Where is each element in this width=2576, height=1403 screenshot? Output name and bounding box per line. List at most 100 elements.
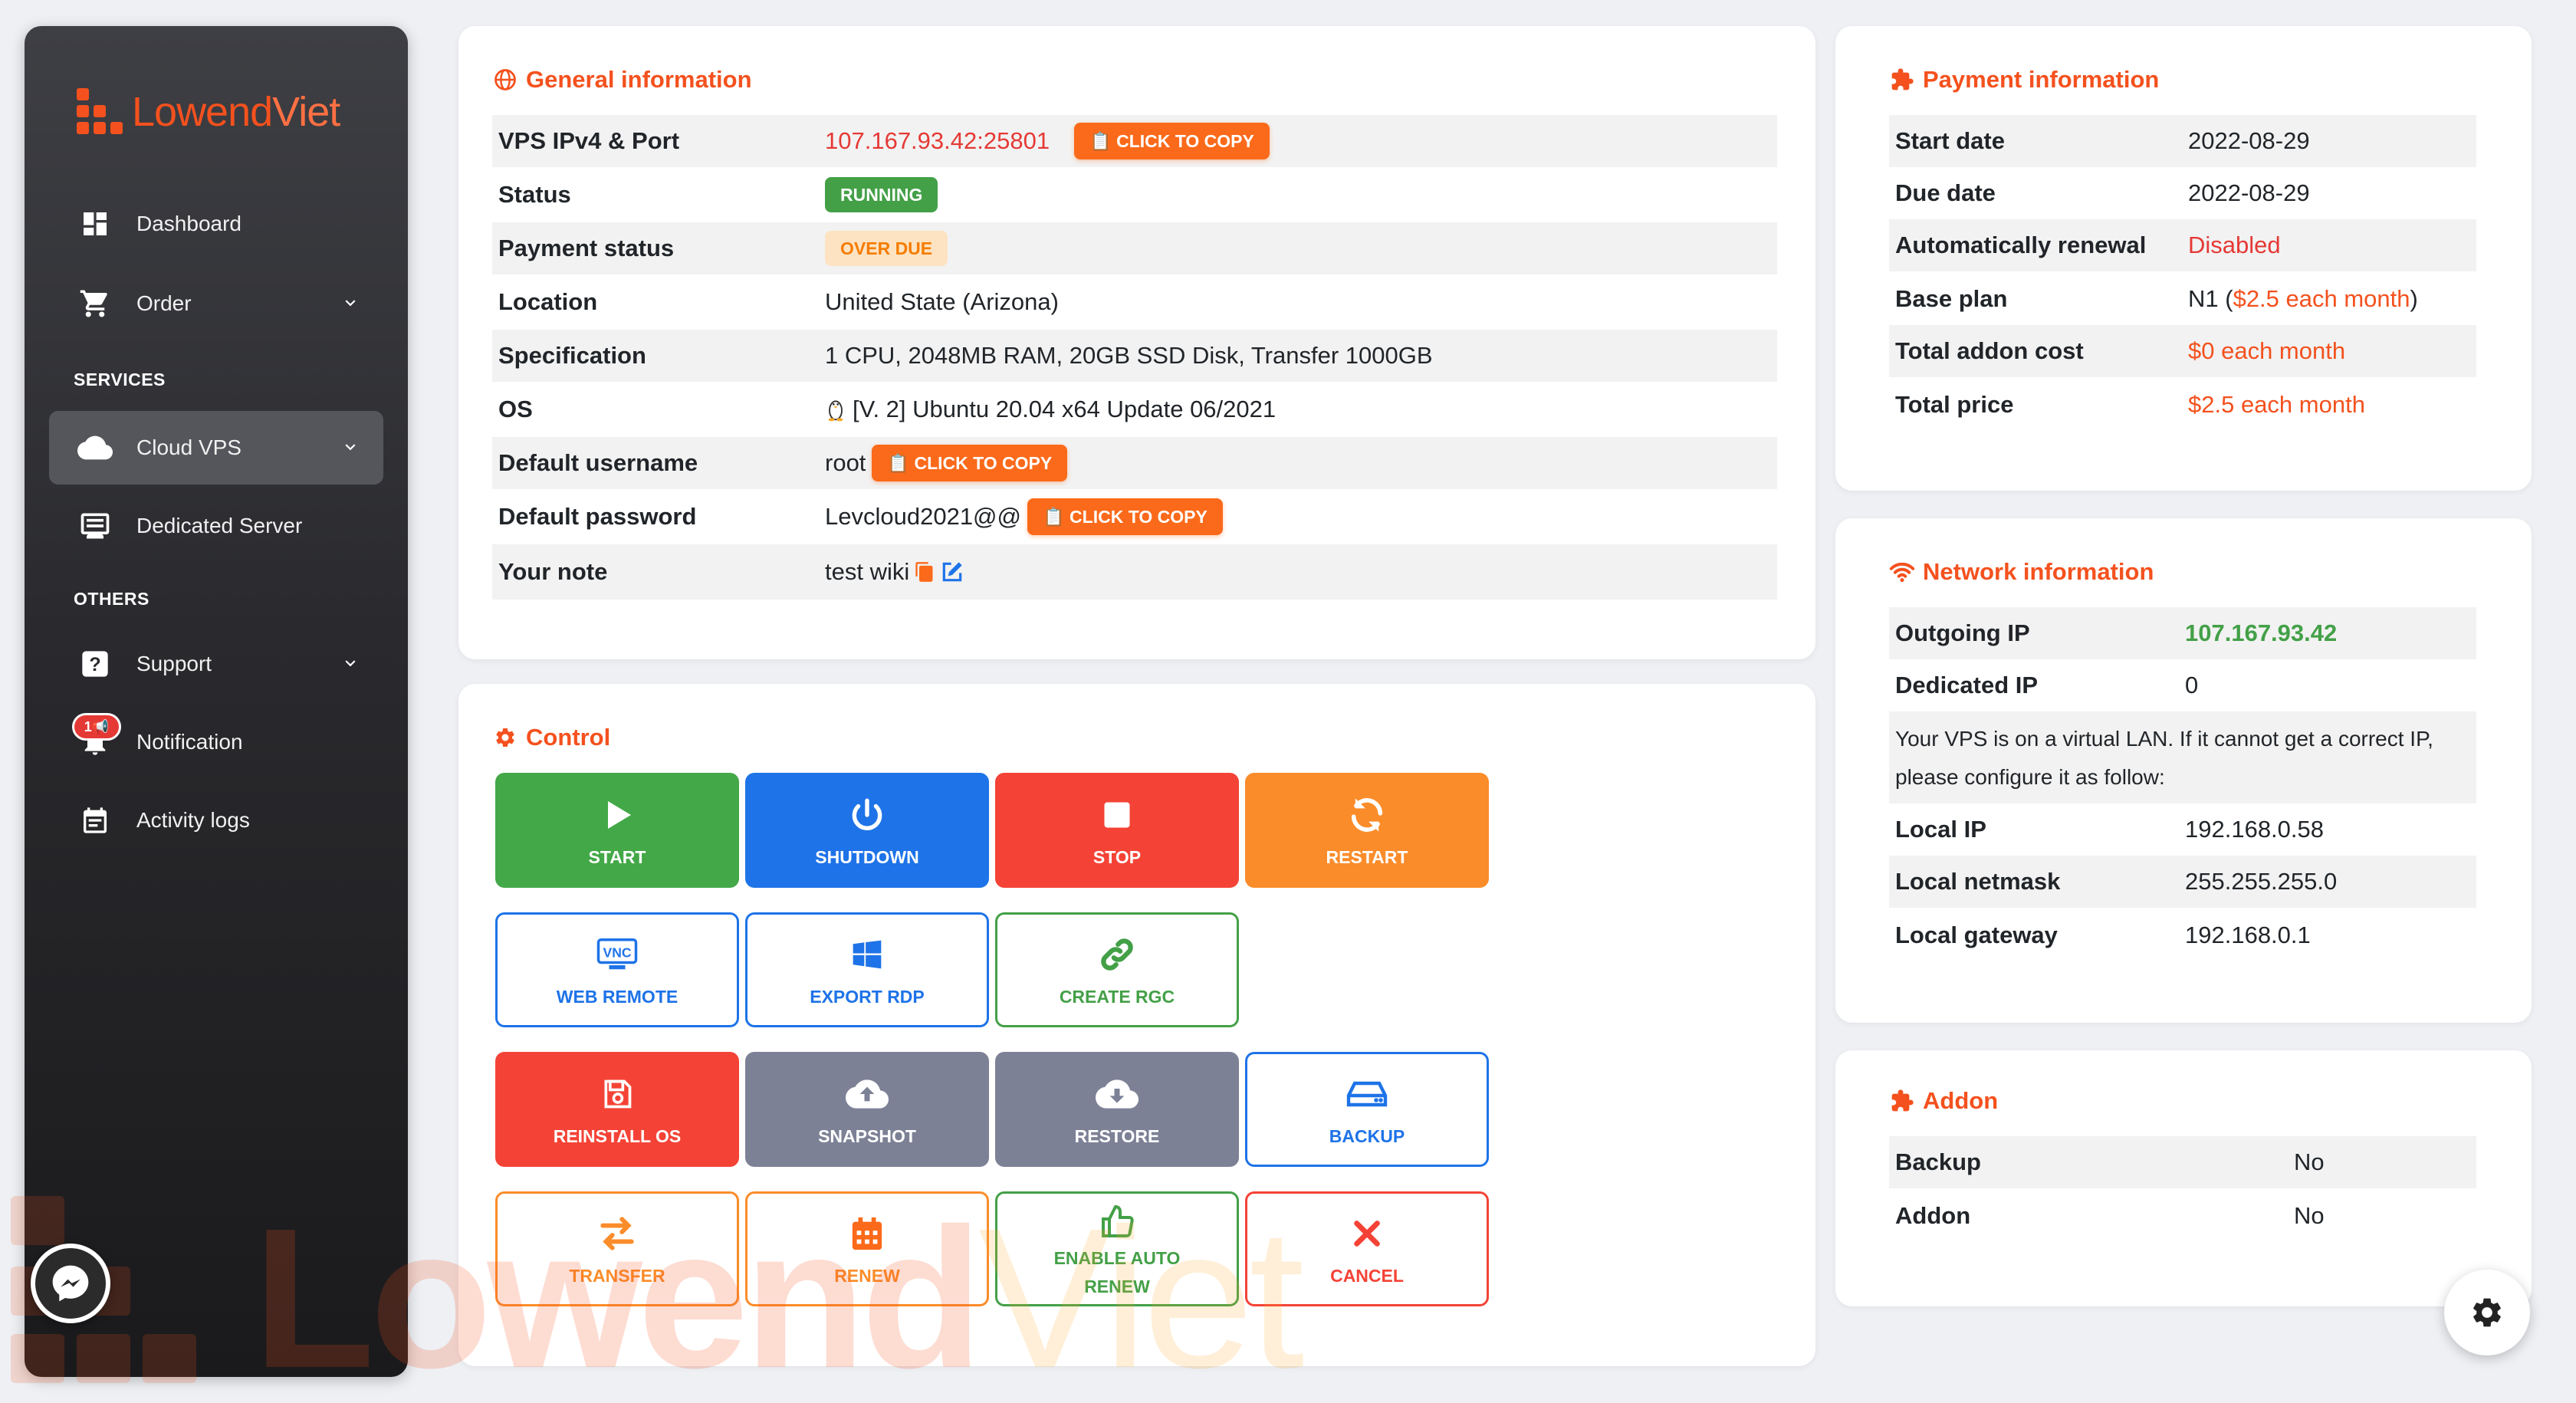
enable-auto-renew-button[interactable]: ENABLE AUTO RENEW [995, 1191, 1239, 1306]
create-rgc-button[interactable]: CREATE RGC [995, 912, 1239, 1027]
card-title: Payment information [1889, 66, 2159, 94]
save-disk-icon [596, 1073, 639, 1116]
section-label-others: OTHERS [74, 589, 150, 609]
row-label: Default username [498, 449, 698, 476]
chevron-down-icon [345, 444, 356, 451]
row-total-addon-cost: Total addon cost $0 each month [1889, 325, 2476, 377]
netmask-value: 255.255.255.0 [2185, 868, 2338, 895]
row-label: Your note [498, 558, 608, 585]
due-date-value: 2022-08-29 [2188, 179, 2310, 206]
close-icon [1346, 1212, 1388, 1255]
section-label-services: SERVICES [74, 370, 166, 389]
row-local-netmask: Local netmask 255.255.255.0 [1889, 856, 2476, 908]
sidebar-item-order[interactable]: Order [49, 267, 383, 340]
backup-button[interactable]: BACKUP [1245, 1052, 1489, 1167]
snapshot-button[interactable]: SNAPSHOT [745, 1052, 989, 1167]
total-price-value: $2.5 each month [2188, 391, 2365, 418]
stop-icon [1096, 794, 1138, 836]
virtual-lan-notice: Your VPS is on a virtual LAN. If it cann… [1889, 711, 2476, 803]
sidebar-item-support[interactable]: ? Support [49, 627, 383, 701]
stop-button[interactable]: STOP [995, 773, 1239, 888]
status-badge: RUNNING [825, 177, 938, 212]
wifi-icon [1889, 559, 1915, 585]
hard-drive-icon [1346, 1073, 1388, 1116]
sidebar-item-dedicated-server[interactable]: Dedicated Server [49, 489, 383, 563]
export-rdp-button[interactable]: EXPORT RDP [745, 912, 989, 1027]
copy-username-button[interactable]: 📋 CLICK TO COPY [872, 445, 1068, 481]
copy-password-button[interactable]: 📋 CLICK TO COPY [1027, 498, 1223, 535]
sidebar-item-cloud-vps[interactable]: Cloud VPS [49, 411, 383, 485]
row-label: Outgoing IP [1895, 619, 2030, 646]
row-label: Total addon cost [1895, 337, 2084, 364]
sidebar-item-activity-logs[interactable]: Activity logs [49, 784, 383, 857]
brand-logo[interactable]: LowendViet [77, 66, 340, 158]
sidebar: LowendViet Dashboard Order SERVICES Clou… [25, 26, 408, 1377]
os-value: [V. 2] Ubuntu 20.04 x64 Update 06/2021 [853, 396, 1276, 422]
row-vps-ip: VPS IPv4 & Port 107.167.93.42:25801 📋 CL… [492, 115, 1777, 167]
row-base-plan: Base plan N1 ($2.5 each month) [1889, 273, 2476, 325]
card-title: Control [492, 724, 610, 751]
addon-value: No [2294, 1202, 2325, 1229]
sidebar-item-label: Activity logs [136, 808, 250, 832]
row-specification: Specification 1 CPU, 2048MB RAM, 20GB SS… [492, 330, 1777, 382]
password-value: Levcloud2021@@ [825, 503, 1021, 530]
backup-value: No [2294, 1148, 2325, 1175]
row-default-username: Default username root 📋 CLICK TO COPY [492, 437, 1777, 489]
row-status: Status RUNNING [492, 169, 1777, 221]
windows-icon [846, 933, 889, 976]
cloud-download-icon [1096, 1073, 1138, 1116]
card-title: Network information [1889, 558, 2154, 586]
row-backup: Backup No [1889, 1136, 2476, 1188]
sidebar-item-notification[interactable]: 1 📢 Notification [49, 705, 383, 779]
sidebar-item-label: Notification [136, 730, 243, 754]
transfer-button[interactable]: TRANSFER [495, 1191, 739, 1306]
shutdown-button[interactable]: SHUTDOWN [745, 773, 989, 888]
row-label: Location [498, 288, 598, 315]
sidebar-item-label: Dedicated Server [136, 514, 303, 537]
edit-note-icon[interactable] [940, 560, 964, 584]
row-label: Backup [1895, 1148, 1981, 1175]
restart-button[interactable]: RESTART [1245, 773, 1489, 888]
chevron-down-icon [345, 300, 356, 307]
sidebar-item-label: Order [136, 291, 192, 315]
row-local-ip: Local IP 192.168.0.58 [1889, 803, 2476, 856]
row-dedicated-ip: Dedicated IP 0 [1889, 659, 2476, 711]
row-start-date: Start date 2022-08-29 [1889, 115, 2476, 167]
addon-cost-value: $0 each month [2188, 337, 2346, 364]
puzzle-icon [1889, 67, 1915, 93]
vnc-monitor-icon: VNC [596, 933, 639, 976]
cloud-upload-icon [846, 1073, 889, 1116]
settings-fab[interactable] [2444, 1270, 2530, 1355]
row-label: OS [498, 396, 533, 422]
row-location: Location United State (Arizona) [492, 276, 1777, 328]
sidebar-item-dashboard[interactable]: Dashboard [49, 187, 383, 261]
start-button[interactable]: START [495, 773, 739, 888]
row-label: Status [498, 181, 571, 208]
cart-icon [77, 285, 113, 322]
sidebar-item-label: Dashboard [136, 212, 242, 235]
row-label: Total price [1895, 391, 2014, 418]
linux-penguin-icon [828, 400, 843, 422]
row-due-date: Due date 2022-08-29 [1889, 167, 2476, 219]
base-plan-value: N1 ($2.5 each month) [2188, 285, 2418, 312]
payment-status-badge: OVER DUE [825, 231, 948, 266]
location-value: United State (Arizona) [825, 288, 1059, 315]
row-default-password: Default password Levcloud2021@@ 📋 CLICK … [492, 491, 1777, 543]
row-label: VPS IPv4 & Port [498, 127, 680, 154]
play-icon [596, 794, 639, 836]
reinstall-os-button[interactable]: REINSTALL OS [495, 1052, 739, 1167]
sidebar-item-label: Support [136, 652, 212, 675]
row-total-price: Total price $2.5 each month [1889, 379, 2476, 431]
messenger-chat-button[interactable] [31, 1244, 110, 1323]
copy-note-icon[interactable] [914, 560, 935, 583]
sidebar-item-label: Cloud VPS [136, 435, 242, 459]
renew-button[interactable]: RENEW [745, 1191, 989, 1306]
restore-button[interactable]: RESTORE [995, 1052, 1239, 1167]
cancel-button[interactable]: CANCEL [1245, 1191, 1489, 1306]
copy-ip-button[interactable]: 📋 CLICK TO COPY [1074, 123, 1270, 159]
web-remote-button[interactable]: VNC WEB REMOTE [495, 912, 739, 1027]
local-ip-value: 192.168.0.58 [2185, 816, 2325, 843]
vps-ip-value: 107.167.93.42:25801 [825, 127, 1050, 154]
chevron-down-icon [345, 660, 356, 667]
row-label: Local netmask [1895, 868, 2061, 895]
